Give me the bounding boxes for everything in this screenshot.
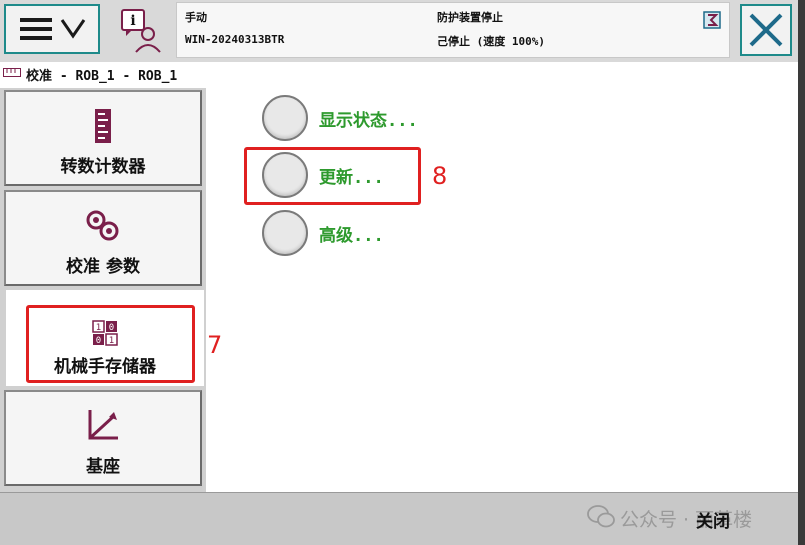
operating-mode: 手动	[185, 11, 207, 24]
calibration-ruler-icon	[3, 68, 21, 77]
annotation-number: 7	[207, 331, 223, 359]
operator-status-icon[interactable]: i	[116, 6, 166, 54]
sidebar-item-label: 校准 参数	[66, 257, 140, 277]
flexpendant-screen: i 手动 WIN-20240313BTR 防护装置停止 己停止 (速度 100%…	[0, 0, 798, 545]
controller-name: WIN-20240313BTR	[185, 33, 285, 46]
run-state: 己停止 (速度 100%)	[437, 35, 545, 48]
annotation-highlight-update	[244, 147, 421, 205]
safety-state: 防护装置停止	[437, 11, 503, 24]
option-label: 高级...	[319, 226, 384, 246]
annotation-highlight-robot-memory	[26, 305, 195, 383]
window-edge	[798, 0, 805, 545]
svg-text:i: i	[130, 13, 135, 29]
coordinate-axes-icon	[88, 410, 118, 440]
radio-button[interactable]	[262, 210, 308, 256]
ruler-icon	[95, 109, 111, 143]
breadcrumb: 校准 - ROB_1 - ROB_1	[0, 62, 798, 84]
sidebar-item-calibration-parameters[interactable]: 校准 参数	[4, 190, 202, 286]
hamburger-menu-icon	[20, 18, 86, 40]
close-window-button[interactable]	[740, 4, 792, 56]
top-bar: i 手动 WIN-20240313BTR 防护装置停止 己停止 (速度 100%…	[0, 0, 798, 63]
close-icon	[749, 13, 783, 47]
calibration-sidebar: 转数计数器 校准 参数 1 0 0 1 机械手存储器 基座	[0, 88, 206, 492]
main-menu-button[interactable]	[4, 4, 100, 54]
bottom-bar: 公众号 · 丽革楼 关闭	[0, 492, 798, 545]
option-label: 显示状态...	[319, 111, 418, 131]
breadcrumb-text: 校准 - ROB_1 - ROB_1	[26, 69, 178, 84]
chevron-down-icon	[60, 19, 86, 39]
close-button[interactable]: 关闭	[696, 507, 730, 532]
radio-button[interactable]	[262, 95, 308, 141]
program-status-icon	[703, 11, 721, 29]
watermark-text: 公众号 · 丽革楼	[620, 509, 753, 531]
sidebar-item-label: 转数计数器	[60, 157, 146, 177]
wechat-icon	[587, 505, 615, 528]
gears-icon	[86, 210, 119, 241]
annotation-number: 8	[432, 162, 448, 190]
status-panel[interactable]: 手动 WIN-20240313BTR 防护装置停止 己停止 (速度 100%)	[176, 2, 730, 58]
sidebar-item-base-frame[interactable]: 基座	[4, 390, 202, 486]
sidebar-item-label: 基座	[86, 457, 120, 477]
sidebar-item-rev-counters[interactable]: 转数计数器	[4, 90, 202, 186]
